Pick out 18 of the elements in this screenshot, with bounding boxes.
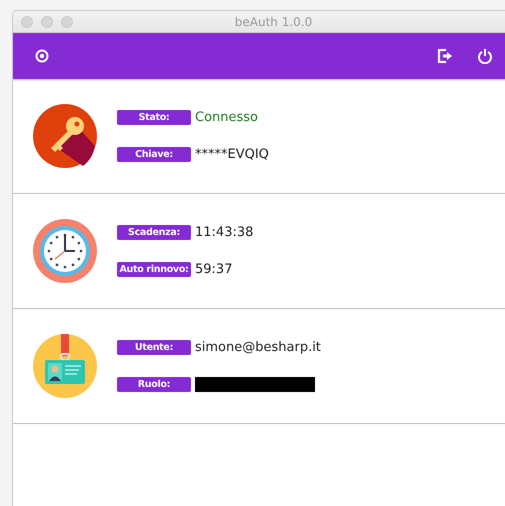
clock-icon: [33, 219, 97, 283]
field-value: 11:43:38: [195, 225, 254, 240]
power-icon[interactable]: [476, 47, 494, 65]
field-label: Stato:: [117, 110, 191, 125]
id-badge-icon: [33, 334, 97, 398]
key-icon: [33, 104, 97, 168]
field-label: Scadenza:: [117, 225, 191, 240]
field-value: 59:37: [195, 262, 232, 277]
field-label: Utente:: [117, 340, 191, 355]
window-title: beAuth 1.0.0: [234, 14, 314, 28]
logout-icon[interactable]: [436, 47, 454, 65]
field-label: Chiave:: [117, 147, 191, 162]
field-label: Ruolo:: [117, 377, 191, 392]
field-label: Auto rinnovo:: [117, 262, 191, 277]
field-value: *****EVQIQ: [195, 147, 269, 162]
target-icon[interactable]: [33, 47, 51, 65]
field-value: simone@besharp.it: [195, 340, 321, 355]
field-value: Connesso: [195, 110, 258, 125]
